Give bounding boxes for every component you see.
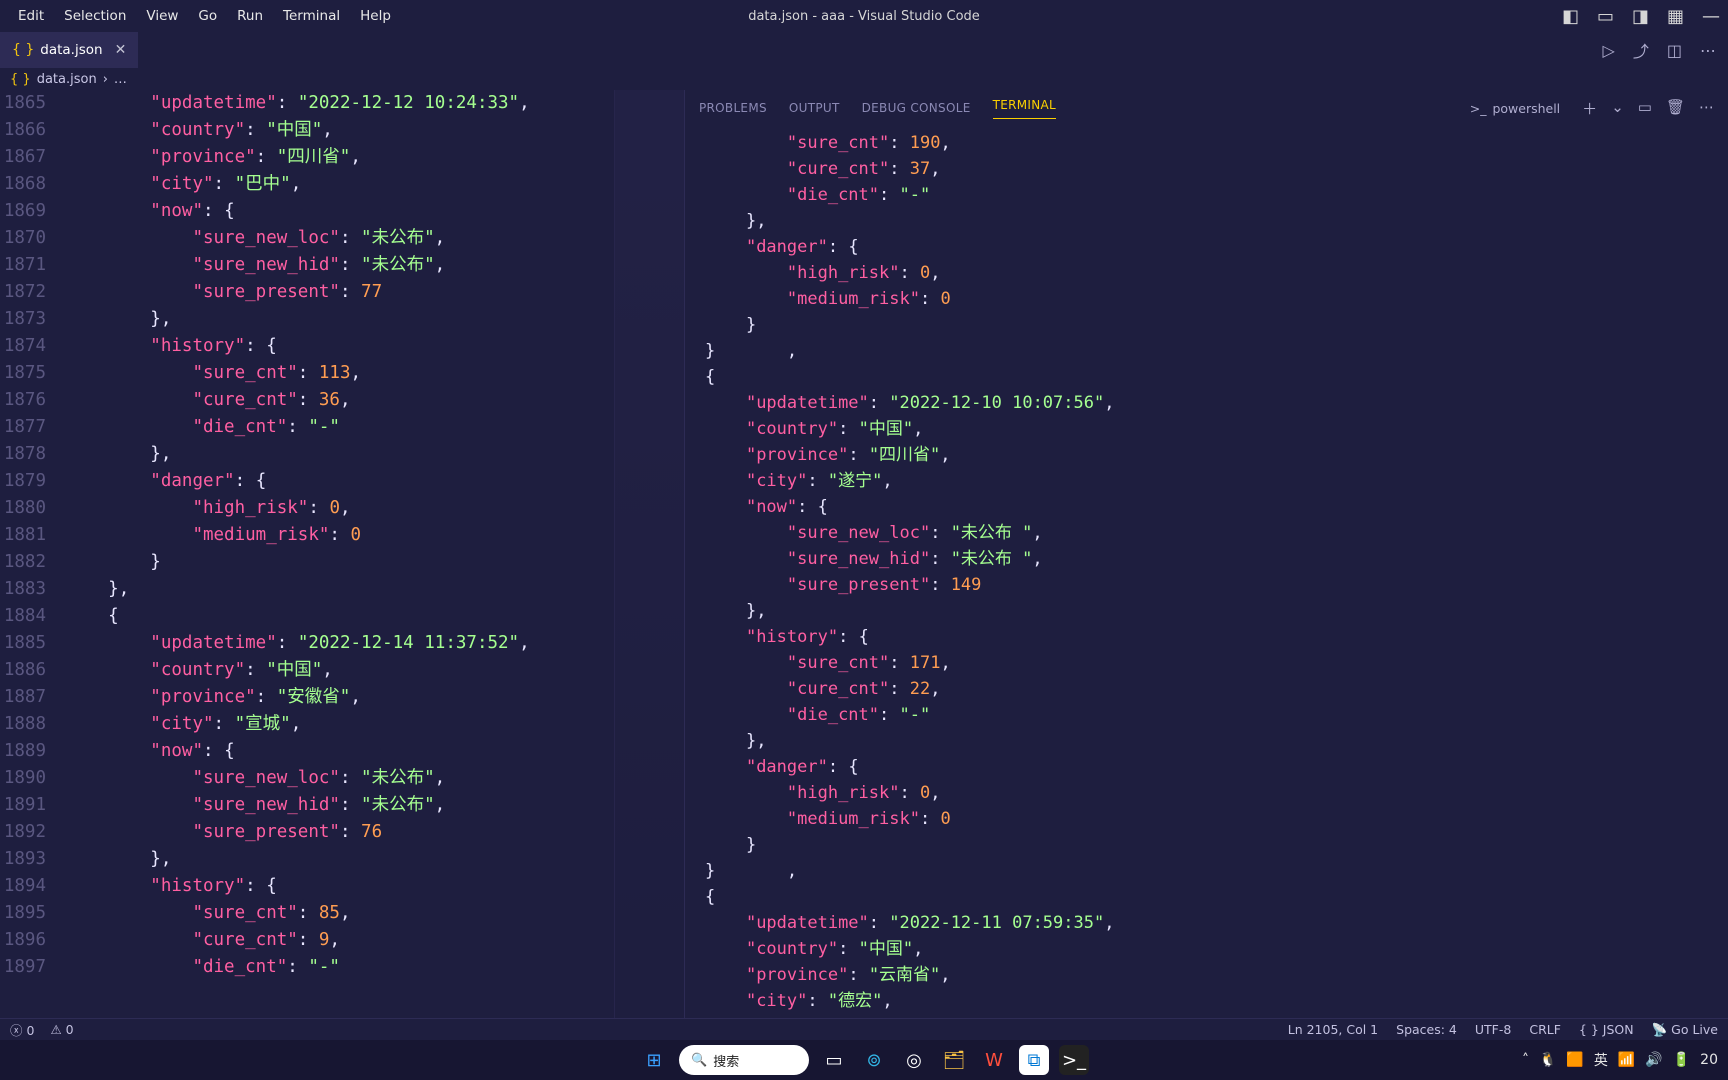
status-golive[interactable]: 📡 Go Live (1652, 1022, 1718, 1038)
tab-terminal[interactable]: TERMINAL (993, 98, 1056, 119)
line-number-gutter: 1865 1866 1867 1868 1869 1870 1871 1872 … (0, 90, 56, 1018)
tab-data-json[interactable]: { } data.json ✕ (0, 32, 138, 68)
panel-tabs: PROBLEMS OUTPUT DEBUG CONSOLE TERMINAL >… (685, 90, 1728, 126)
breadcrumb-tail: … (114, 72, 127, 87)
layout-bottom-icon[interactable]: ▭ (1597, 6, 1614, 27)
tray-chevron-icon[interactable]: ˄ (1522, 1052, 1529, 1068)
wps-icon[interactable]: W (979, 1045, 1009, 1075)
chrome-icon[interactable]: ◎ (899, 1045, 929, 1075)
layout-grid-icon[interactable]: ▦ (1667, 6, 1684, 27)
status-encoding[interactable]: UTF-8 (1475, 1022, 1511, 1038)
vscode-icon[interactable]: ⧉ (1019, 1045, 1049, 1075)
main-area: 1865 1866 1867 1868 1869 1870 1871 1872 … (0, 90, 1728, 1018)
minimap[interactable] (614, 90, 684, 1018)
code-content[interactable]: "updatetime": "2022-12-12 10:24:33", "co… (56, 90, 614, 1018)
menu-selection[interactable]: Selection (54, 8, 136, 24)
terminal-shell-name: powershell (1492, 101, 1560, 116)
layout-right-icon[interactable]: ◨ (1632, 6, 1649, 27)
tab-label: data.json (40, 42, 102, 58)
search-icon: 🔍 (691, 1053, 707, 1068)
status-warnings[interactable]: ⚠ 0 (50, 1022, 73, 1037)
editor-actions: ▷ ⤴ ◫ ⋯ (1603, 32, 1728, 68)
status-spaces[interactable]: Spaces: 4 (1396, 1022, 1457, 1038)
tab-bar: { } data.json ✕ ▷ ⤴ ◫ ⋯ (0, 32, 1728, 68)
taskbar-search[interactable]: 🔍 搜索 (679, 1045, 809, 1075)
menu-edit[interactable]: Edit (8, 8, 54, 24)
menu-run[interactable]: Run (227, 8, 273, 24)
menu-terminal[interactable]: Terminal (273, 8, 350, 24)
tab-debug-console[interactable]: DEBUG CONSOLE (862, 101, 971, 115)
code-editor[interactable]: 1865 1866 1867 1868 1869 1870 1871 1872 … (0, 90, 684, 1018)
windows-taskbar: ⊞ 🔍 搜索 ▭ ⊚ ◎ 🗂 W ⧉ >_ ˄ 🐧 🟧 英 📶 🔊 🔋 20 (0, 1040, 1728, 1080)
panel: PROBLEMS OUTPUT DEBUG CONSOLE TERMINAL >… (684, 90, 1728, 1018)
split-editor-icon[interactable]: ◫ (1667, 41, 1682, 60)
run-icon[interactable]: ▷ (1603, 41, 1615, 60)
menubar: Edit Selection View Go Run Terminal Help… (0, 0, 1728, 32)
breadcrumb[interactable]: { } data.json › … (0, 68, 1728, 90)
terminal-shell-icon: >_ (1470, 101, 1487, 116)
tray-app-icon[interactable]: 🐧 (1539, 1052, 1556, 1068)
menu-go[interactable]: Go (188, 8, 227, 24)
menu-view[interactable]: View (136, 8, 188, 24)
file-explorer-icon[interactable]: 🗂 (939, 1045, 969, 1075)
system-tray: ˄ 🐧 🟧 英 📶 🔊 🔋 20 (1522, 1050, 1718, 1070)
window-title: data.json - aaa - Visual Studio Code (748, 9, 980, 24)
status-bar: ⓧ 0 ⚠ 0 Ln 2105, Col 1 Spaces: 4 UTF-8 C… (0, 1018, 1728, 1040)
split-run-icon[interactable]: ⤴ (1633, 38, 1649, 62)
status-lncol[interactable]: Ln 2105, Col 1 (1288, 1022, 1378, 1038)
tray-ime-icon[interactable]: 英 (1594, 1050, 1608, 1070)
kill-terminal-icon[interactable]: 🗑 (1666, 98, 1685, 119)
terminal-content[interactable]: "sure_cnt": 190, "cure_cnt": 37, "die_cn… (685, 126, 1728, 1018)
split-terminal-icon[interactable]: ▭ (1638, 98, 1652, 119)
tab-output[interactable]: OUTPUT (789, 101, 840, 115)
more-icon[interactable]: ⋯ (1700, 41, 1716, 60)
tray-volume-icon[interactable]: 🔊 (1645, 1052, 1662, 1068)
breadcrumb-file: data.json (37, 72, 97, 87)
json-file-icon: { } (10, 72, 31, 87)
json-file-icon: { } (12, 42, 34, 58)
title-bar-layout-controls: ◧ ▭ ◨ ▦ — (1562, 6, 1720, 27)
close-icon[interactable]: ✕ (115, 42, 127, 58)
start-icon[interactable]: ⊞ (639, 1045, 669, 1075)
terminal-shell-selector[interactable]: >_ powershell (1470, 101, 1560, 116)
tray-clock[interactable]: 20 (1700, 1052, 1718, 1068)
panel-more-icon[interactable]: ⋯ (1699, 98, 1714, 119)
terminal-app-icon[interactable]: >_ (1059, 1045, 1089, 1075)
new-terminal-icon[interactable]: ＋ (1582, 98, 1597, 119)
tray-battery-icon[interactable]: 🔋 (1673, 1052, 1690, 1068)
tray-wifi-icon[interactable]: 📶 (1618, 1052, 1635, 1068)
breadcrumb-sep: › (103, 72, 108, 87)
menu-help[interactable]: Help (350, 8, 401, 24)
minimize-icon[interactable]: — (1702, 6, 1720, 27)
taskbar-search-placeholder: 搜索 (713, 1051, 739, 1070)
layout-left-icon[interactable]: ◧ (1562, 6, 1579, 27)
status-errors[interactable]: ⓧ 0 (10, 1020, 34, 1039)
tab-problems[interactable]: PROBLEMS (699, 101, 767, 115)
tray-app2-icon[interactable]: 🟧 (1566, 1052, 1583, 1068)
status-eol[interactable]: CRLF (1529, 1022, 1561, 1038)
task-view-icon[interactable]: ▭ (819, 1045, 849, 1075)
edge-icon[interactable]: ⊚ (859, 1045, 889, 1075)
status-lang[interactable]: { } JSON (1579, 1022, 1634, 1038)
terminal-dropdown-icon[interactable]: ⌄ (1611, 98, 1624, 119)
